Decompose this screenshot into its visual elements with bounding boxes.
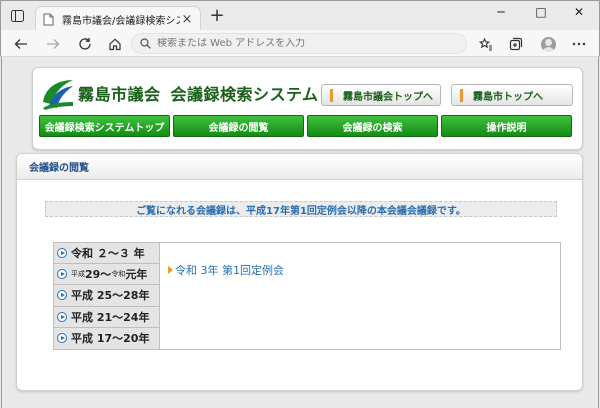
year-item-heisei-17-20[interactable]: 平成 17～20年 xyxy=(54,327,159,349)
year-item-reiwa-2-3[interactable]: 令和 ２～３ 年 xyxy=(54,243,159,265)
back-icon[interactable] xyxy=(10,33,32,55)
link-marker-icon xyxy=(460,88,463,102)
tab-close-icon[interactable]: × xyxy=(180,12,194,27)
play-circle-icon xyxy=(57,248,67,259)
tab-strip: 霧島市議会/会議録検索システム × + ─ □ ✕ xyxy=(0,0,600,32)
nav-browse-minutes[interactable]: 会議録の閲覧 xyxy=(173,115,304,137)
tab-actions-icon[interactable] xyxy=(7,7,27,25)
year-label: 平成 25～28年 xyxy=(71,289,150,303)
play-circle-icon xyxy=(57,290,67,301)
refresh-icon[interactable] xyxy=(74,33,96,55)
profile-avatar[interactable] xyxy=(537,33,559,55)
year-item-heisei-29-reiwa-1[interactable]: 平成 29～ 令和 元年 xyxy=(54,264,159,286)
maximize-icon[interactable]: □ xyxy=(521,1,561,23)
close-window-icon[interactable]: ✕ xyxy=(559,1,599,23)
play-circle-icon xyxy=(57,269,67,280)
tab-title: 霧島市議会/会議録検索システム xyxy=(62,16,180,27)
new-tab-icon[interactable]: + xyxy=(208,7,226,25)
year-range: 29～ xyxy=(85,268,112,282)
nav-system-top[interactable]: 会議録検索システムトップ xyxy=(39,115,170,137)
year-label: 令和 ２～３ 年 xyxy=(71,247,145,261)
year-era-prefix: 平成 xyxy=(71,270,85,279)
year-label: 平成 21～24年 xyxy=(71,310,150,324)
site-header: 霧島市議会 会議録検索システム 霧島市議会トップへ 霧島市トップへ 会議録検索シス… xyxy=(32,67,583,150)
session-link-label: 令和 3年 第1回定例会 xyxy=(175,264,284,277)
play-circle-icon xyxy=(57,311,67,322)
search-icon xyxy=(140,38,151,49)
year-suffix: 元年 xyxy=(125,268,148,282)
availability-notice: ご覧になれる会議録は、平成17年第1回定例会以降の本会議会議録です。 xyxy=(45,201,557,217)
collections-icon[interactable] xyxy=(505,33,527,55)
page-viewport: 霧島市議会 会議録検索システム 霧島市議会トップへ 霧島市トップへ 会議録検索シス… xyxy=(1,57,599,408)
link-marker-icon xyxy=(330,88,333,102)
year-label: 平成 17～20年 xyxy=(71,332,150,346)
year-item-heisei-25-28[interactable]: 平成 25～28年 xyxy=(54,285,159,307)
address-bar[interactable] xyxy=(131,33,467,54)
nav-search-minutes[interactable]: 会議録の検索 xyxy=(307,115,438,137)
avatar-icon xyxy=(540,36,556,52)
records-box: 令和 ２～３ 年 平成 29～ 令和 元年 平成 25～28年 平成 21～24年 平… xyxy=(53,242,561,350)
browser-toolbar xyxy=(0,30,600,57)
nav-help[interactable]: 操作説明 xyxy=(441,115,572,137)
site-name: 霧島市議会 xyxy=(78,85,161,104)
triangle-right-icon xyxy=(168,266,173,274)
browse-panel: 会議録の閲覧 ご覧になれる会議録は、平成17年第1回定例会以降の本会議会議録です… xyxy=(16,153,583,391)
year-item-heisei-21-24[interactable]: 平成 21～24年 xyxy=(54,306,159,328)
city-top-link-label: 霧島市トップへ xyxy=(473,91,543,103)
system-name: 会議録検索システム xyxy=(170,85,319,104)
section-title: 会議録の閲覧 xyxy=(17,154,582,180)
city-logo-icon xyxy=(43,80,73,110)
council-top-link[interactable]: 霧島市議会トップへ xyxy=(321,84,441,106)
session-link[interactable]: 令和 3年 第1回定例会 xyxy=(168,262,284,278)
site-title: 霧島市議会 会議録検索システム xyxy=(78,81,319,105)
year-era-suffix: 令和 xyxy=(111,270,126,279)
more-menu-icon[interactable] xyxy=(568,33,590,55)
year-list: 令和 ２～３ 年 平成 29～ 令和 元年 平成 25～28年 平成 21～24年 平… xyxy=(54,243,160,349)
address-input[interactable] xyxy=(157,38,447,49)
main-nav: 会議録検索システムトップ 会議録の閲覧 会議録の検索 操作説明 xyxy=(39,115,572,137)
forward-icon[interactable] xyxy=(42,33,64,55)
council-top-link-label: 霧島市議会トップへ xyxy=(343,91,433,103)
favorites-star-icon[interactable] xyxy=(474,33,496,55)
browser-tab[interactable]: 霧島市議会/会議録検索システム × xyxy=(35,6,201,32)
city-top-link[interactable]: 霧島市トップへ xyxy=(451,84,573,106)
page-favicon-icon xyxy=(43,13,54,26)
minimize-icon[interactable]: ─ xyxy=(481,1,521,23)
play-circle-icon xyxy=(57,333,67,344)
home-icon[interactable] xyxy=(104,33,126,55)
